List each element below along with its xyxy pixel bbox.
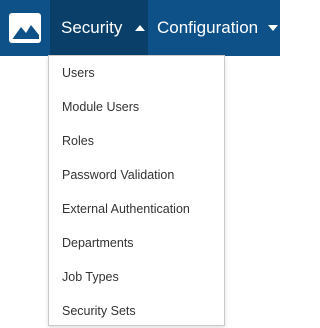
menu-item-password-validation[interactable]: Password Validation [62, 168, 174, 182]
security-dropdown-menu: Users Module Users Roles Password Valida… [48, 55, 225, 326]
menu-item-security-sets[interactable]: Security Sets [62, 304, 136, 318]
nav-configuration-menu[interactable]: Configuration [148, 0, 280, 56]
mountain-logo-icon [9, 13, 41, 43]
caret-down-icon [268, 25, 279, 31]
menu-item-module-users[interactable]: Module Users [62, 100, 139, 114]
logo[interactable] [0, 0, 50, 56]
top-nav-bar: Security Configuration [0, 0, 280, 56]
menu-item-users[interactable]: Users [62, 66, 95, 80]
menu-item-job-types[interactable]: Job Types [62, 270, 119, 284]
menu-item-departments[interactable]: Departments [62, 236, 134, 250]
nav-security-label: Security [61, 18, 123, 37]
menu-item-external-authentication[interactable]: External Authentication [62, 202, 190, 216]
nav-security-menu[interactable]: Security [50, 0, 148, 56]
nav-configuration-label: Configuration [157, 18, 259, 37]
menu-item-roles[interactable]: Roles [62, 134, 94, 148]
caret-up-icon [135, 25, 146, 31]
